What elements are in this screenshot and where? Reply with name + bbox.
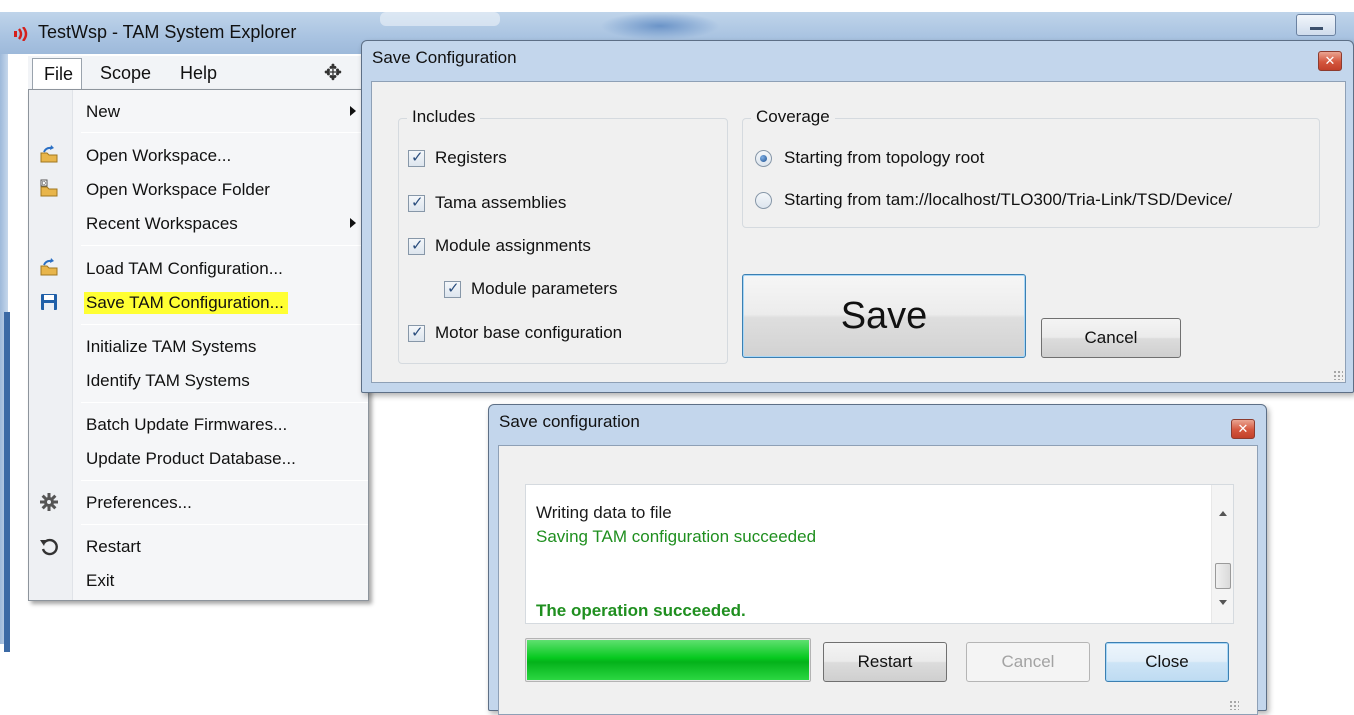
move-cursor-icon: ✥ [323, 60, 343, 85]
menu-file[interactable]: File [32, 58, 82, 91]
checkbox-checked-icon [408, 193, 425, 212]
menu-item-open-workspace-folder[interactable]: D Open Workspace Folder [29, 174, 368, 204]
dialog-title: Save configuration [499, 412, 640, 431]
log-line-writing: Writing data to file [536, 503, 672, 522]
coverage-radio-topology-root[interactable]: Starting from topology root [755, 148, 984, 168]
file-menu: New Open Workspace... D Open Workspace F… [28, 89, 369, 601]
dialog-body: Writing data to file Saving TAM configur… [498, 445, 1258, 715]
close-button[interactable]: Close [1105, 642, 1229, 682]
log-scrollbar[interactable] [1211, 485, 1233, 623]
checkbox-checked-icon [444, 279, 461, 298]
minimize-button[interactable] [1296, 14, 1336, 36]
menu-item-batch-update-firmwares[interactable]: Batch Update Firmwares... [29, 409, 368, 439]
log-line-saving-succeeded: Saving TAM configuration succeeded [536, 527, 817, 546]
restart-button[interactable]: Restart [823, 642, 947, 682]
dialog-body: Includes Registers Tama assemblies Modul… [371, 81, 1346, 383]
tama-assemblies-checkbox[interactable]: Tama assemblies [408, 193, 566, 213]
scroll-down-icon[interactable] [1219, 600, 1227, 605]
menu-help[interactable]: Help [180, 63, 217, 84]
window-title: TestWsp - TAM System Explorer [38, 22, 297, 42]
radio-selected-icon [755, 149, 772, 167]
menu-scope[interactable]: Scope [100, 63, 151, 84]
workspace-folder-icon: D [40, 179, 58, 197]
cancel-button[interactable]: Cancel [1041, 318, 1181, 358]
gear-icon [40, 493, 58, 511]
menu-item-save-tam-configuration[interactable]: Save TAM Configuration... [29, 287, 368, 317]
menu-bar: File Scope Help ✥ [28, 56, 373, 91]
restart-icon [40, 538, 58, 556]
save-disk-icon [41, 294, 57, 310]
app-logo-icon [14, 27, 28, 41]
includes-group-title: Includes [407, 107, 481, 127]
close-icon[interactable]: ✕ [1318, 51, 1342, 71]
checkbox-checked-icon [408, 148, 425, 167]
menu-item-identify-tam-systems[interactable]: Identify TAM Systems [29, 365, 368, 395]
save-button[interactable]: Save [742, 274, 1026, 358]
registers-checkbox[interactable]: Registers [408, 148, 507, 168]
motor-base-configuration-checkbox[interactable]: Motor base configuration [408, 323, 622, 343]
progress-bar [525, 638, 811, 682]
cancel-button-disabled[interactable]: Cancel [966, 642, 1090, 682]
menu-item-open-workspace[interactable]: Open Workspace... [29, 140, 368, 170]
submenu-arrow-icon [350, 106, 356, 116]
menu-item-update-product-database[interactable]: Update Product Database... [29, 443, 368, 473]
progress-fill [527, 640, 809, 680]
submenu-arrow-icon [350, 218, 356, 228]
checkbox-checked-icon [408, 236, 425, 255]
open-folder-icon [40, 145, 58, 163]
window-left-accent [4, 312, 10, 652]
menu-item-restart[interactable]: Restart [29, 531, 368, 561]
scroll-thumb[interactable] [1215, 563, 1231, 589]
menu-item-preferences[interactable]: Preferences... [29, 487, 368, 517]
open-folder-icon [40, 258, 58, 276]
coverage-radio-device-path[interactable]: Starting from tam://localhost/TLO300/Tri… [755, 190, 1232, 210]
menu-item-initialize-tam-systems[interactable]: Initialize TAM Systems [29, 331, 368, 361]
checkbox-checked-icon [408, 323, 425, 342]
save-progress-dialog: Save configuration ✕ Writing data to fil… [488, 404, 1267, 715]
menu-item-load-tam-configuration[interactable]: Load TAM Configuration... [29, 253, 368, 283]
highlighted-menu-label: Save TAM Configuration... [84, 292, 288, 314]
menu-item-recent-workspaces[interactable]: Recent Workspaces [29, 208, 368, 238]
resize-grip-icon[interactable] [1229, 700, 1239, 710]
coverage-group: Coverage [742, 107, 1320, 228]
radio-unselected-icon [755, 191, 772, 209]
coverage-group-title: Coverage [751, 107, 835, 127]
close-icon[interactable]: ✕ [1231, 419, 1255, 439]
menu-item-exit[interactable]: Exit [29, 565, 368, 595]
module-assignments-checkbox[interactable]: Module assignments [408, 236, 591, 256]
module-parameters-checkbox[interactable]: Module parameters [444, 279, 617, 299]
log-line-operation-succeeded: The operation succeeded. [536, 601, 746, 620]
log-output[interactable]: Writing data to file Saving TAM configur… [525, 484, 1234, 624]
svg-text:D: D [42, 181, 46, 187]
resize-grip-icon[interactable] [1333, 370, 1343, 380]
dialog-title: Save Configuration [372, 48, 517, 67]
save-configuration-dialog: Save Configuration ✕ Includes Registers … [361, 40, 1354, 393]
menu-item-new[interactable]: New [29, 96, 368, 126]
scroll-up-icon[interactable] [1219, 511, 1227, 516]
